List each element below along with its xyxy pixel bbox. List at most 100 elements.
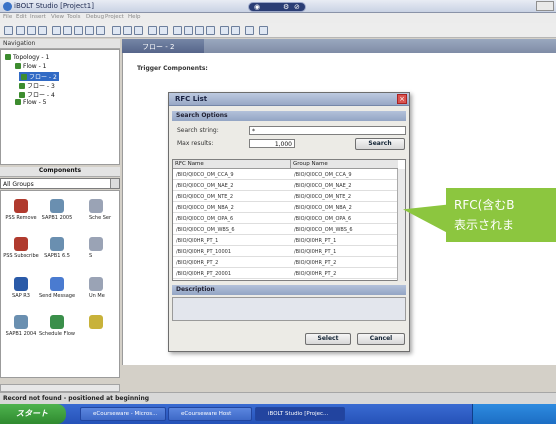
search-string-input[interactable]: * — [249, 126, 406, 135]
service-icon — [89, 237, 103, 251]
schedule-flow-icon — [50, 315, 64, 329]
undo-icon[interactable] — [85, 26, 94, 35]
component-item[interactable] — [89, 315, 119, 331]
menu-item[interactable]: Project — [105, 14, 124, 20]
zoom-icon[interactable] — [148, 26, 157, 35]
tree-item[interactable]: Topology - 1 — [5, 54, 49, 61]
new-icon[interactable] — [16, 26, 25, 35]
table-row[interactable]: /BIO/QI0HR_PT_20001/BIO/QI0HR_PT_2 — [173, 269, 398, 279]
max-results-label: Max results: — [177, 140, 214, 147]
table-row[interactable]: /BIO/QI0CO_OM_NAE_2/BIO/QI0CO_OM_NAE_2 — [173, 181, 398, 191]
table-row[interactable]: /BIO/QI0CO_OM_WBS_6/BIO/QI0CO_OM_WBS_6 — [173, 225, 398, 235]
chevron-down-icon[interactable] — [110, 179, 119, 188]
tree-item[interactable]: フロー - 3 — [19, 81, 55, 90]
table-row[interactable]: /BIO/QI0CO_OM_OPA_6/BIO/QI0CO_OM_OPA_6 — [173, 214, 398, 224]
palette-scrollbar[interactable] — [0, 384, 120, 392]
component-group-select[interactable]: All Groups — [0, 178, 120, 189]
column-header-group-name[interactable]: Group Name — [291, 160, 398, 169]
group-name-cell: /BIO/QI0HR_PT_2 — [294, 260, 337, 266]
table-icon[interactable] — [123, 26, 132, 35]
search-button[interactable]: Search — [355, 138, 405, 150]
menu-item[interactable]: Help — [128, 14, 141, 20]
tree-item[interactable]: フロー - 4 — [19, 90, 55, 99]
component-item[interactable]: Send Message — [37, 277, 77, 299]
cut-icon[interactable] — [52, 26, 61, 35]
tree-item[interactable]: Flow - 5 — [15, 99, 47, 106]
component-item[interactable]: PSS Subscribe — [1, 237, 41, 259]
component-icon — [89, 315, 103, 329]
component-item[interactable]: SAPB1 2004 — [1, 315, 41, 337]
menu-item[interactable]: View — [51, 14, 64, 20]
table-scrollbar[interactable] — [397, 169, 405, 281]
find-icon[interactable] — [159, 26, 168, 35]
component-item[interactable]: SAPB1 6.5 — [37, 237, 77, 259]
menu-item[interactable]: Debug — [86, 14, 104, 20]
cancel-button[interactable]: Cancel — [357, 333, 405, 345]
rfc-table: RFC Name Group Name /BIO/QI0CO_OM_CCA_9/… — [172, 159, 406, 281]
select-button[interactable]: Select — [305, 333, 351, 345]
component-item[interactable]: Schedule Flow — [37, 315, 77, 337]
column-header-rfc-name[interactable]: RFC Name — [173, 160, 291, 169]
open-icon[interactable] — [27, 26, 36, 35]
tab-flow-2[interactable]: フロー - 2 — [122, 39, 204, 53]
table-row[interactable]: /BIO/QI0CO_OM_CCA_9/BIO/QI0CO_OM_CCA_9 — [173, 170, 398, 180]
step-icon[interactable] — [231, 26, 240, 35]
task-item[interactable]: eCourseware Host — [168, 407, 252, 421]
window-controls[interactable] — [536, 1, 554, 11]
flow-icon — [19, 83, 25, 89]
rfc-name-cell: /BIO/QI0CO_OM_NAE_2 — [176, 183, 234, 189]
redo-icon[interactable] — [96, 26, 105, 35]
check-icon[interactable] — [173, 26, 182, 35]
rfc-name-cell: /BIO/QI0HR_PT_1 — [176, 238, 219, 244]
menu-item[interactable]: Insert — [30, 14, 46, 20]
pss-icon — [14, 237, 28, 251]
build-icon[interactable] — [184, 26, 193, 35]
tree-item[interactable]: Flow - 1 — [15, 63, 47, 70]
monitor-icon[interactable] — [206, 26, 215, 35]
topology-icon — [5, 54, 11, 60]
table-row[interactable]: /BIO/QI0CO_OM_NBA_2/BIO/QI0CO_OM_NBA_2 — [173, 203, 398, 213]
table-row[interactable]: /BIO/QI0HR_PT_2/BIO/QI0HR_PT_2 — [173, 258, 398, 268]
save-icon[interactable] — [38, 26, 47, 35]
component-item[interactable]: S — [89, 237, 119, 259]
tree-item-selected[interactable]: フロー - 2 — [19, 72, 59, 81]
callout-box: RFC(含むB 表示されま — [446, 188, 556, 242]
back-icon[interactable] — [4, 26, 13, 35]
table-row[interactable]: /BIO/QI0HR_PT_1/BIO/QI0HR_PT_1 — [173, 236, 398, 246]
pill-icon-c[interactable]: ⊘ — [294, 3, 300, 12]
system-tray[interactable] — [472, 404, 556, 424]
text-icon[interactable] — [134, 26, 143, 35]
copy-icon[interactable] — [63, 26, 72, 35]
component-item[interactable]: SAP R3 — [1, 277, 41, 299]
task-item[interactable]: eCourseware - Micros... — [80, 407, 166, 421]
menu-item[interactable]: Tools — [67, 14, 81, 20]
sap-r3-icon — [14, 277, 28, 291]
component-item[interactable]: Sche Ser — [89, 199, 119, 221]
menu-item[interactable]: File — [3, 14, 12, 20]
task-item-active[interactable]: iBOLT Studio [Projec... — [255, 407, 345, 421]
pill-icon-b[interactable]: ⚙ — [283, 3, 289, 12]
help-icon[interactable] — [259, 26, 268, 35]
table-row[interactable]: /BIO/QI0CO_OM_NTE_2/BIO/QI0CO_OM_NTE_2 — [173, 192, 398, 202]
component-item[interactable]: PSS Remove — [1, 199, 41, 221]
component-item[interactable]: Un Me — [89, 277, 119, 299]
pill-icon-a[interactable]: ◉ — [254, 3, 260, 12]
center-pill-widget[interactable]: ◉ ⚙ ⊘ — [248, 2, 306, 12]
close-icon[interactable]: × — [397, 94, 407, 104]
toolbar — [0, 23, 556, 38]
grid-icon[interactable] — [112, 26, 121, 35]
start-button[interactable]: スタート — [0, 404, 66, 424]
rfc-name-cell: /BIO/QI0CO_OM_NBA_2 — [176, 205, 234, 211]
message-icon — [89, 277, 103, 291]
group-name-cell: /BIO/QI0CO_OM_NAE_2 — [294, 183, 352, 189]
table-row[interactable]: /BIO/QI0HR_PT_10001/BIO/QI0HR_PT_1 — [173, 247, 398, 257]
play-icon[interactable] — [245, 26, 254, 35]
window-title: iBOLT Studio [Project1] — [14, 2, 94, 10]
menu-item[interactable]: Edit — [16, 14, 27, 20]
max-results-input[interactable]: 1,000 — [249, 139, 295, 148]
deploy-icon[interactable] — [195, 26, 204, 35]
debug-icon[interactable] — [220, 26, 229, 35]
component-item[interactable]: SAPB1 2005 — [37, 199, 77, 221]
group-name-cell: /BIO/QI0CO_OM_OPA_6 — [294, 216, 352, 222]
paste-icon[interactable] — [74, 26, 83, 35]
